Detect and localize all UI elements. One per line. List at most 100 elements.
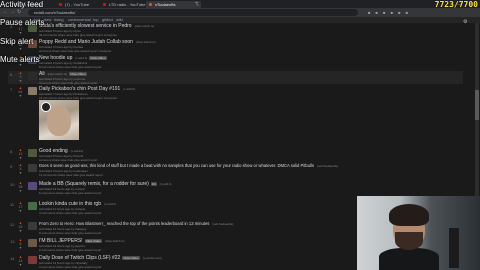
vote-column: ▲ 26 ▼	[17, 221, 24, 233]
youtube-favicon-icon	[59, 3, 62, 6]
browser-tab-strip: (6) twitch.tv (7) - YouTube LTD radio - …	[0, 0, 480, 8]
address-bar[interactable]: reddit.com/r/Sodaeofts/	[28, 9, 358, 16]
post-domain[interactable]: (clips.twitch.tv)	[135, 24, 155, 28]
team-logo-icon	[41, 102, 51, 112]
streamer-hair	[389, 204, 429, 226]
post-thumbnail[interactable]	[28, 222, 37, 230]
post-rank: 14	[10, 256, 15, 261]
reddit-favicon-icon	[149, 3, 152, 6]
post-domain[interactable]: (youtube.com)	[143, 256, 162, 260]
post-actions[interactable]: 9 comments share save hide give award re…	[39, 231, 101, 235]
post-row[interactable]: 3 ▲ 17 ▼ Soda's efficiently slowest servic…	[8, 23, 463, 37]
microphone-icon	[449, 228, 459, 268]
post-row[interactable]: 9 ▲ 5 ▼ Does it seem as good-ass, this kin…	[8, 163, 463, 179]
new-tab-button[interactable]: +	[195, 1, 199, 7]
vote-column: ▲ 14 ▼	[17, 255, 24, 267]
post-domain[interactable]: (i.redd.it)	[75, 56, 87, 60]
post-thumbnail[interactable]	[28, 239, 37, 247]
vote-column: ▲ 38 ▼	[17, 181, 24, 193]
skip-alert-button[interactable]: Skip alert	[0, 37, 33, 46]
post-domain[interactable]: (v.redd.it)	[71, 149, 83, 153]
post-rank: 8	[10, 149, 13, 154]
face-photo	[47, 106, 71, 136]
downvote-icon[interactable]: ▼	[17, 209, 24, 213]
browser-toolbar: ← → ↻ reddit.com/r/Sodaeofts/ ■ ■ ■ ■ ■ …	[0, 8, 480, 17]
post-actions[interactable]: 2 comments share save hide give award re…	[39, 248, 101, 252]
post-actions[interactable]: comment share save hide give award repor…	[39, 158, 97, 162]
webcam-feed	[357, 196, 480, 270]
vote-column: ▲ 5 ▼	[17, 163, 24, 175]
post-flair: Clips-Video	[84, 239, 102, 243]
post-rank: 10	[10, 182, 15, 187]
downvote-icon[interactable]: ▼	[17, 156, 24, 160]
tab-label: r/Sodaeofts	[155, 2, 176, 7]
post-thumbnail[interactable]	[28, 164, 37, 172]
post-domain[interactable]: (self.Sodaeofts)	[317, 164, 338, 168]
post-rank: 6	[10, 72, 13, 77]
post-domain[interactable]: (clips.twitch.tv)	[105, 239, 125, 243]
reload-icon[interactable]: ↻	[17, 9, 21, 15]
post-domain[interactable]: (i.redd.it)	[123, 87, 135, 91]
streamer-figure	[379, 204, 439, 270]
downvote-icon[interactable]: ▼	[17, 79, 24, 83]
post-domain[interactable]: (i.redd.it)	[104, 202, 116, 206]
post-thumbnail[interactable]	[28, 182, 37, 190]
post-title-text[interactable]: Does it seem as good-ass, this kind of s…	[39, 163, 314, 168]
post-actions[interactable]: 3 comments share save hide give award re…	[39, 265, 101, 269]
downvote-icon[interactable]: ▼	[17, 94, 24, 98]
post-actions[interactable]: 6 comments share save hide give award re…	[39, 191, 101, 195]
post-row[interactable]: 5 ▲ 21 ▼ New hoodie up (i.redd.it) Clips-Vid…	[8, 55, 463, 69]
post-rank: 13	[10, 239, 15, 244]
post-domain[interactable]: (self.Sodaeofts)	[212, 222, 233, 226]
vote-column: ▲ 8 ▼	[17, 238, 24, 250]
post-row[interactable]: 6 ▲ 9 ▼ Ali (clips.twitch.tv) Clips-Video su…	[8, 71, 463, 85]
downvote-icon[interactable]: ▼	[17, 263, 24, 267]
post-actions[interactable]: 42 comments share save hide give award r…	[39, 33, 117, 37]
post-rank: 7	[10, 87, 13, 92]
post-actions[interactable]: comment share save hide give award repor…	[39, 81, 97, 85]
post-thumbnail[interactable]	[28, 72, 37, 80]
downvote-icon[interactable]: ▼	[17, 31, 24, 35]
post-thumbnail[interactable]	[28, 87, 37, 95]
downvote-icon[interactable]: ▼	[17, 246, 24, 250]
post-actions[interactable]: 4 comments share save hide give award re…	[39, 211, 101, 215]
post-flair: Art	[150, 182, 157, 186]
post-image-embed[interactable]	[39, 100, 79, 140]
post-row[interactable]: 8 ▲ 12 ▼ Good ending (v.redd.it) submitted …	[8, 148, 463, 162]
post-thumbnail[interactable]	[28, 149, 37, 157]
downvote-icon[interactable]: ▼	[17, 171, 24, 175]
back-arrow-icon[interactable]: ←	[3, 9, 8, 15]
downvote-icon[interactable]: ▼	[17, 189, 24, 193]
vote-column: ▲ 64 ▼	[17, 86, 24, 98]
post-rank: 12	[10, 222, 15, 227]
post-actions[interactable]: 8 comments share save hide give award re…	[39, 65, 101, 69]
pause-alerts-button[interactable]: Pause alerts	[0, 18, 44, 27]
post-domain[interactable]: (i.redd.it)	[160, 182, 172, 186]
post-thumbnail[interactable]	[28, 256, 37, 264]
post-actions[interactable]: 11 comments share save hide give award r…	[39, 173, 103, 177]
downvote-icon[interactable]: ▼	[17, 47, 24, 51]
activity-feed-link[interactable]: Activity feed	[0, 0, 43, 9]
streamer-beard	[395, 232, 423, 250]
browser-tab-active[interactable]: r/Sodaeofts ×	[146, 1, 201, 8]
vote-column: ▲ 9 ▼	[17, 71, 24, 83]
mute-alerts-button[interactable]: Mute alerts	[0, 55, 40, 64]
vote-column: ▲ 17 ▼	[17, 201, 24, 213]
scrollbar-thumb[interactable]	[475, 90, 479, 120]
post-rank: 11	[10, 202, 15, 207]
post-title-text[interactable]: From Zero to Hero: How Blastmerr_ reache…	[39, 221, 209, 226]
downvote-icon[interactable]: ▼	[17, 229, 24, 233]
post-actions[interactable]: comment share save hide give award repor…	[39, 49, 111, 53]
post-rank: 9	[10, 164, 13, 169]
post-row[interactable]: 10 ▲ 38 ▼ Made a BB (Squarely remix, for a…	[8, 181, 463, 195]
post-row-expanded[interactable]: 7 ▲ 64 ▼ Daily Pickaboo's chin Post Day #1…	[8, 86, 463, 146]
forward-arrow-icon[interactable]: →	[10, 9, 15, 15]
post-domain[interactable]: (clips.twitch.tv)	[136, 40, 156, 44]
post-flair: Clips-Video	[122, 256, 140, 260]
post-row[interactable]: 4 ▲ 42 ▼ Poppy Redd and Mario Judah Collab…	[8, 39, 463, 53]
post-thumbnail[interactable]	[28, 202, 37, 210]
post-domain[interactable]: (clips.twitch.tv)	[48, 72, 68, 76]
post-actions[interactable]: 15 comments share save hide give award r…	[39, 96, 117, 100]
url-text: reddit.com/r/Sodaeofts/	[34, 10, 76, 15]
extension-icons[interactable]: ■ ■ ■ ■ ■ ■	[368, 10, 410, 15]
